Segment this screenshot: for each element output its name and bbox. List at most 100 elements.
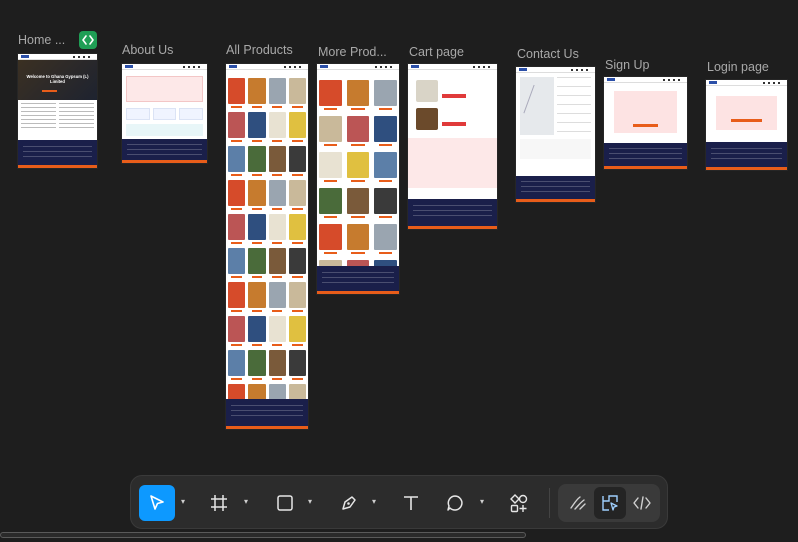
move-tool-chevron-down-icon[interactable]: ▾ <box>181 497 185 506</box>
mode-switcher <box>558 484 660 522</box>
comment-tool-button[interactable] <box>439 485 471 521</box>
frame-label-all-products[interactable]: All Products <box>226 43 293 57</box>
product-thumbnail <box>248 146 266 176</box>
product-thumbnail <box>288 78 306 108</box>
frame-label-signup[interactable]: Sign Up <box>605 58 649 72</box>
frame-home[interactable]: Welcome to Ghana Gypsum (L) Limited <box>18 54 97 168</box>
home-hero-title: Welcome to Ghana Gypsum (L) Limited <box>26 74 89 84</box>
product-thumbnail <box>248 316 266 346</box>
frame-label-about[interactable]: About Us <box>122 43 173 57</box>
product-thumbnail <box>346 152 370 182</box>
product-thumbnail <box>248 180 266 210</box>
pen-tool-button[interactable] <box>333 485 365 521</box>
product-thumbnail <box>288 350 306 380</box>
horizontal-scrollbar[interactable] <box>0 532 526 538</box>
rectangle-icon <box>277 495 293 511</box>
frame-label-cart[interactable]: Cart page <box>409 45 464 59</box>
product-thumbnail <box>228 214 246 244</box>
product-thumbnail <box>319 152 342 182</box>
product-thumbnail <box>248 282 266 312</box>
product-thumbnail <box>228 248 246 278</box>
product-thumbnail <box>268 350 286 380</box>
comment-tool-chevron-down-icon[interactable]: ▾ <box>480 497 484 506</box>
draw-mode-button[interactable] <box>562 487 594 519</box>
move-cursor-icon <box>150 495 164 510</box>
product-thumbnail <box>319 224 342 254</box>
pen-icon <box>342 496 356 510</box>
frame-cart[interactable] <box>408 64 497 229</box>
product-thumbnail <box>268 146 286 176</box>
product-thumbnail <box>346 116 370 146</box>
product-thumbnail <box>288 214 306 244</box>
product-thumbnail <box>346 80 370 110</box>
frame-tool-button[interactable] <box>203 485 235 521</box>
product-thumbnail <box>268 248 286 278</box>
dev-mode-button[interactable] <box>626 487 658 519</box>
frame-icon <box>211 495 227 511</box>
frame-all-products[interactable] <box>226 64 308 429</box>
design-canvas[interactable]: Home ... About Us All Products More Prod… <box>0 0 798 542</box>
bottom-toolbar: ▾ ▾ ▾ ▾ ▾ <box>130 475 668 529</box>
frame-label-home[interactable]: Home ... <box>18 33 65 47</box>
product-thumbnail <box>288 248 306 278</box>
product-thumbnail <box>228 180 246 210</box>
frame-contact[interactable] <box>516 67 595 202</box>
product-thumbnail <box>319 188 342 218</box>
rectangle-tool-chevron-down-icon[interactable]: ▾ <box>308 497 312 506</box>
frame-login[interactable] <box>706 80 787 170</box>
product-thumbnail <box>288 282 306 312</box>
frame-label-more-products[interactable]: More Prod... <box>318 45 387 59</box>
product-thumbnail <box>228 282 246 312</box>
product-thumbnail <box>248 214 266 244</box>
frame-signup[interactable] <box>604 77 687 169</box>
product-thumbnail <box>374 224 397 254</box>
frame-more-products[interactable] <box>317 64 399 294</box>
text-icon <box>404 496 418 510</box>
product-thumbnail <box>228 146 246 176</box>
rectangle-tool-button[interactable] <box>269 485 301 521</box>
product-thumbnail <box>268 214 286 244</box>
product-thumbnail <box>374 116 397 146</box>
product-thumbnail <box>268 180 286 210</box>
product-thumbnail <box>268 282 286 312</box>
product-thumbnail <box>248 78 266 108</box>
dev-mode-icon <box>633 496 651 510</box>
move-tool-button[interactable] <box>139 485 175 521</box>
product-thumbnail <box>228 350 246 380</box>
text-tool-button[interactable] <box>395 485 427 521</box>
actions-icon <box>510 494 528 513</box>
product-thumbnail <box>288 146 306 176</box>
product-thumbnail <box>374 188 397 218</box>
frame-about[interactable] <box>122 64 207 163</box>
product-thumbnail <box>288 112 306 142</box>
product-thumbnail <box>268 112 286 142</box>
product-thumbnail <box>374 152 397 182</box>
toolbar-divider <box>549 488 550 518</box>
product-thumbnail <box>268 316 286 346</box>
product-thumbnail <box>288 316 306 346</box>
draw-mode-icon <box>570 496 586 510</box>
product-thumbnail <box>319 116 342 146</box>
product-thumbnail <box>346 224 370 254</box>
product-thumbnail <box>268 78 286 108</box>
design-mode-icon <box>602 495 618 511</box>
product-thumbnail <box>288 180 306 210</box>
frame-label-login[interactable]: Login page <box>707 60 769 74</box>
pen-tool-chevron-down-icon[interactable]: ▾ <box>372 497 376 506</box>
product-thumbnail <box>248 112 266 142</box>
product-thumbnail <box>319 80 342 110</box>
product-thumbnail <box>228 112 246 142</box>
design-mode-button[interactable] <box>594 487 626 519</box>
product-thumbnail <box>248 350 266 380</box>
dev-mode-badge-icon[interactable] <box>79 31 97 49</box>
product-thumbnail <box>228 316 246 346</box>
product-thumbnail <box>346 188 370 218</box>
frame-tool-chevron-down-icon[interactable]: ▾ <box>244 497 248 506</box>
product-thumbnail <box>228 78 246 108</box>
home-hero: Welcome to Ghana Gypsum (L) Limited <box>18 60 97 100</box>
product-thumbnail <box>374 80 397 110</box>
actions-tool-button[interactable] <box>503 485 535 521</box>
comment-icon <box>447 495 463 511</box>
product-thumbnail <box>248 248 266 278</box>
frame-label-contact[interactable]: Contact Us <box>517 47 579 61</box>
